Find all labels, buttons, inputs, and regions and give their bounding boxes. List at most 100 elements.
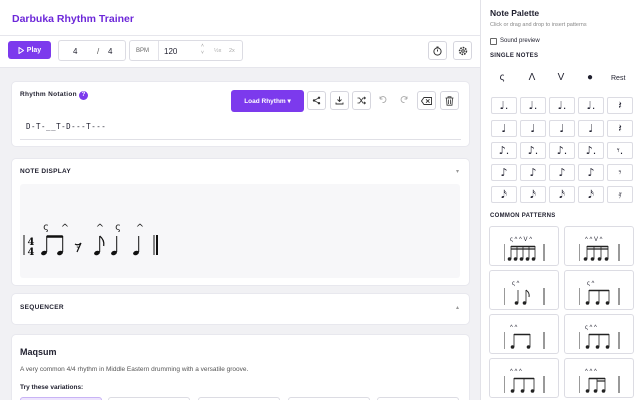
share-icon — [312, 96, 321, 105]
shuffle-icon — [357, 96, 366, 105]
metronome-button[interactable] — [428, 41, 447, 60]
eighth-note-button[interactable]: ♪ — [578, 164, 604, 181]
stroke-mark: ^ — [61, 223, 69, 234]
stroke-type-row: ς Λ V ● Rest — [481, 72, 640, 86]
dotted-eighth-note-button[interactable]: ♪. — [491, 142, 517, 159]
rhythm-text-input[interactable]: D-T-__T-D---T--- — [26, 122, 106, 131]
dotted-eighth-note-button[interactable]: ♪. — [520, 142, 546, 159]
settings-icon — [458, 46, 467, 55]
clear-icon — [421, 96, 432, 105]
shuffle-button[interactable] — [352, 91, 371, 110]
metronome-icon — [433, 46, 442, 56]
dotted-eighth-note-button[interactable]: ♪. — [578, 142, 604, 159]
common-patterns-label: COMMON PATTERNS — [490, 213, 556, 219]
bpm-input[interactable]: 120 — [164, 47, 177, 56]
quarter-note-button[interactable]: ♩ — [549, 120, 575, 137]
quarter-rest-button[interactable]: 𝄽 — [607, 97, 633, 114]
quarter-note-button[interactable]: ♩ — [520, 120, 546, 137]
collapse-chevron-icon[interactable]: ▾ — [456, 168, 459, 175]
eighth-note-button[interactable]: ♪ — [491, 164, 517, 181]
help-icon[interactable]: ? — [79, 91, 88, 100]
pattern-notation — [579, 288, 620, 305]
pattern-card[interactable]: ^ ^ ^ — [489, 358, 559, 398]
pattern-notation — [504, 288, 545, 305]
quarter-note-button[interactable]: ♩ — [578, 120, 604, 137]
time-signature-numerator[interactable]: 4 — [73, 47, 77, 56]
app-header: Darbuka Rhythm Trainer — [0, 0, 480, 36]
rhythm-notation-card: Rhythm Notation ? Load Rhythm ▾ D-T-__T-… — [12, 82, 469, 146]
rhythm-name: Maqsum — [20, 347, 57, 357]
quarter-note-button[interactable]: ♩ — [491, 120, 517, 137]
dotted-quarter-note-button[interactable]: ♩. — [520, 97, 546, 114]
dotted-eighth-note-button[interactable]: ♪. — [549, 142, 575, 159]
dotted-eighth-rest-button[interactable]: 𝄾. — [607, 142, 633, 159]
pattern-card[interactable]: ^ ^ ^ — [564, 358, 634, 398]
pattern-card[interactable]: ^ ^ V ^ — [564, 226, 634, 266]
sequencer-title: SEQUENCER — [20, 304, 64, 311]
note-display-title: NOTE DISPLAY — [20, 168, 72, 175]
pattern-notation — [579, 376, 620, 393]
load-rhythm-button[interactable]: Load Rhythm ▾ — [231, 90, 304, 112]
pattern-card[interactable]: ^ ^ — [489, 314, 559, 354]
staff-time-sig-bottom: 4 — [28, 247, 35, 258]
pattern-notation — [504, 376, 545, 393]
bpm-spinner[interactable]: ˄ ˅ — [201, 43, 204, 57]
redo-button[interactable] — [400, 95, 409, 106]
play-icon — [18, 46, 24, 54]
staff-area: ς ^ ^ ς ^ 4 4 𝄾 — [20, 184, 460, 278]
play-label: Play — [26, 46, 42, 54]
sixteenth-note-button[interactable]: 𝅘𝅥𝅯 — [549, 186, 575, 203]
ka-stroke-icon[interactable]: V — [554, 72, 568, 83]
delete-button[interactable] — [440, 91, 459, 110]
sixteenth-rest-button[interactable]: 𝄿 — [607, 186, 633, 203]
eighth-note-button[interactable]: ♪ — [549, 164, 575, 181]
sequencer-card[interactable]: SEQUENCER ▴ — [12, 294, 469, 324]
eighth-rest-button[interactable]: 𝄾 — [607, 164, 633, 181]
expand-chevron-icon[interactable]: ▴ — [456, 304, 459, 311]
music-staff: ς ^ ^ ς ^ 4 4 𝄾 — [23, 222, 158, 258]
rest-label[interactable]: Rest — [611, 75, 625, 82]
pattern-card[interactable]: ς ^ — [564, 270, 634, 310]
pattern-notation — [579, 244, 620, 261]
settings-button[interactable] — [453, 41, 472, 60]
share-button[interactable] — [307, 91, 326, 110]
stroke-mark: ^ — [96, 223, 104, 234]
palette-subtitle: Click or drag and drop to insert pattern… — [490, 22, 587, 28]
time-signature-denominator[interactable]: 4 — [108, 47, 112, 56]
variations-label: Try these variations: — [20, 384, 84, 391]
pattern-card[interactable]: ς ^ ^ V ^ — [489, 226, 559, 266]
pattern-card[interactable]: ς ^ ^ — [564, 314, 634, 354]
sixteenth-note-button[interactable]: 𝅘𝅥𝅯 — [578, 186, 604, 203]
bpm-control: BPM 120 ˄ ˅ ½x 2x — [129, 40, 243, 61]
bpm-double-button[interactable]: 2x — [229, 48, 235, 54]
sixteenth-note-button[interactable]: 𝅘𝅥𝅯 — [491, 186, 517, 203]
sixteenth-note-button[interactable]: 𝅘𝅥𝅯 — [520, 186, 546, 203]
quarter-rest-button[interactable]: 𝄽 — [607, 120, 633, 137]
clear-button[interactable] — [417, 91, 436, 110]
stroke-mark: ς — [115, 222, 121, 233]
eighth-note-button[interactable]: ♪ — [520, 164, 546, 181]
dotted-quarter-note-button[interactable]: ♩. — [549, 97, 575, 114]
time-signature-input[interactable]: 4 / 4 — [58, 40, 126, 61]
pattern-card[interactable]: ς ^ — [489, 270, 559, 310]
undo-icon — [379, 96, 387, 103]
download-button[interactable] — [330, 91, 349, 110]
rhythm-description: A very common 4/4 rhythm in Middle Easte… — [20, 366, 249, 373]
sound-preview-checkbox[interactable] — [490, 38, 497, 45]
sound-preview-label[interactable]: Sound preview — [500, 38, 540, 44]
note-display-card: NOTE DISPLAY ▾ ς ^ ^ ς ^ 4 4 𝄾 — [12, 159, 469, 285]
download-icon — [335, 96, 344, 105]
single-notes-label: SINGLE NOTES — [490, 53, 539, 59]
time-signature-separator: / — [97, 47, 100, 56]
tek-stroke-icon[interactable]: Λ — [525, 72, 539, 83]
dotted-quarter-note-button[interactable]: ♩. — [578, 97, 604, 114]
play-button[interactable]: Play — [8, 41, 51, 59]
note-palette-panel: Note Palette Click or drag and drop to i… — [480, 0, 640, 400]
dotted-quarter-note-button[interactable]: ♩. — [491, 97, 517, 114]
app-title: Darbuka Rhythm Trainer — [12, 13, 134, 25]
doum-stroke-icon[interactable]: ς — [495, 72, 509, 83]
slap-stroke-icon[interactable]: ● — [583, 72, 597, 83]
pattern-notation — [579, 332, 620, 349]
undo-button[interactable] — [378, 95, 387, 106]
bpm-half-button[interactable]: ½x — [214, 48, 221, 54]
